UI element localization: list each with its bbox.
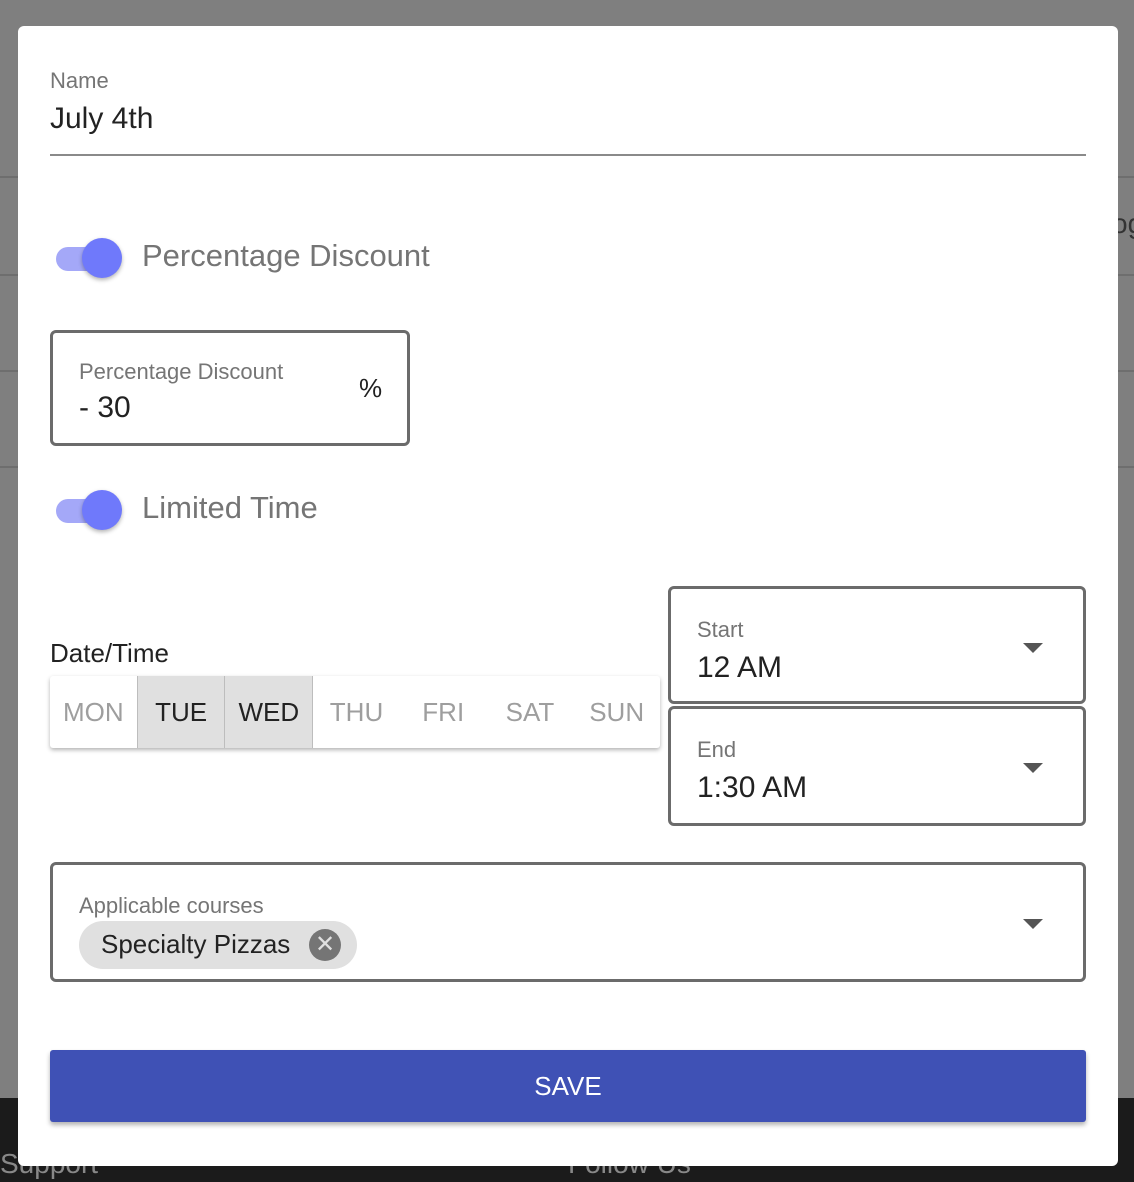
courses-label: Applicable courses (79, 893, 264, 918)
day-thu[interactable]: THU (312, 676, 400, 748)
percentage-discount-field[interactable]: Percentage Discount - 30 % (50, 330, 410, 446)
name-underline (50, 154, 1086, 156)
course-chip: Specialty Pizzas ✕ (79, 921, 357, 969)
chevron-down-icon (1023, 763, 1043, 773)
start-time-select[interactable]: Start 12 AM (668, 586, 1086, 704)
percent-suffix: % (359, 373, 383, 403)
percentage-discount-toggle[interactable] (52, 238, 122, 278)
percentage-discount-toggle-label: Percentage Discount (142, 238, 430, 273)
start-label: Start (697, 617, 744, 642)
day-tue[interactable]: TUE (136, 676, 225, 748)
name-label: Name (50, 68, 109, 93)
end-label: End (697, 737, 737, 762)
day-fri[interactable]: FRI (400, 676, 487, 748)
save-button[interactable]: SAVE (50, 1050, 1086, 1122)
discount-dialog: Name July 4th Percentage Discount Percen… (18, 26, 1118, 1166)
day-sat[interactable]: SAT (487, 676, 574, 748)
limited-time-toggle[interactable] (52, 490, 122, 530)
limited-time-toggle-label: Limited Time (142, 490, 318, 525)
day-selector: MON TUE WED THU FRI SAT SUN (50, 676, 660, 748)
datetime-label: Date/Time (50, 638, 169, 668)
name-input[interactable]: July 4th (50, 102, 153, 136)
start-value: 12 AM (697, 651, 783, 684)
chevron-down-icon (1023, 919, 1043, 929)
end-time-select[interactable]: End 1:30 AM (668, 706, 1086, 826)
end-value: 1:30 AM (697, 771, 808, 804)
percentage-field-label: Percentage Discount (79, 359, 284, 384)
day-mon[interactable]: MON (50, 676, 137, 748)
applicable-courses-select[interactable]: Applicable courses Specialty Pizzas ✕ (50, 862, 1086, 982)
day-sun[interactable]: SUN (573, 676, 660, 748)
percentage-field-value: - 30 (79, 391, 131, 424)
chip-remove-icon[interactable]: ✕ (309, 929, 341, 961)
chevron-down-icon (1023, 643, 1043, 653)
day-wed[interactable]: WED (224, 676, 313, 748)
chip-label: Specialty Pizzas (101, 929, 291, 959)
